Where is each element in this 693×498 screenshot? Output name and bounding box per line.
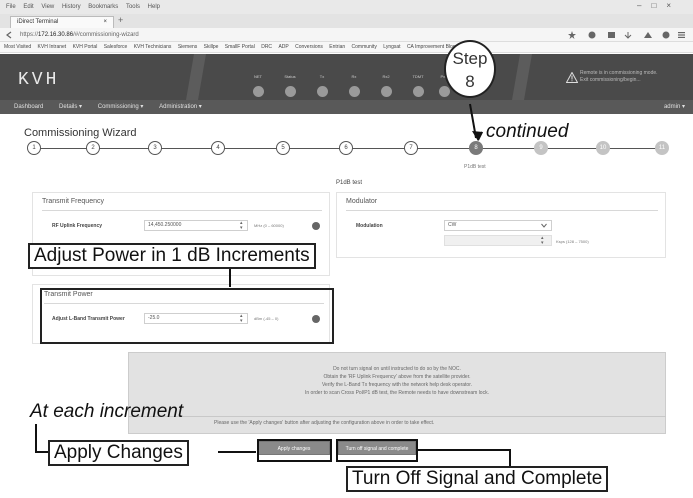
adjust-power-callout: Adjust Power in 1 dB Increments	[28, 243, 316, 269]
increment-bracket	[35, 424, 48, 453]
continued-callout: continued	[486, 121, 569, 142]
step-word: Step	[452, 49, 488, 68]
turn-off-callout: Turn Off Signal and Complete	[346, 466, 609, 492]
apply-highlight	[257, 439, 332, 462]
increment-callout: At each increment	[30, 401, 184, 422]
apply-changes-callout: Apply Changes	[48, 440, 189, 466]
step-number: 8	[465, 72, 475, 91]
complete-connector	[417, 449, 511, 466]
arrow-head-icon	[472, 131, 483, 141]
complete-highlight	[336, 439, 418, 462]
step-callout: Step 8	[444, 40, 496, 98]
